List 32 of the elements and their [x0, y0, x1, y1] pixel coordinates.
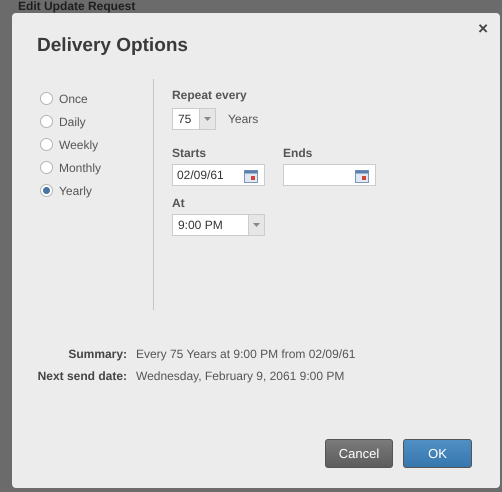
dialog-title: Delivery Options	[37, 34, 189, 58]
time-label: At	[172, 196, 186, 210]
summary-value: Every 75 Years at 9:00 PM from 02/09/61	[136, 347, 356, 361]
time-dropdown[interactable]: 9:00 PM	[172, 214, 265, 236]
page-heading: Edit Update Request	[17, 0, 136, 13]
ok-button[interactable]: OK	[403, 439, 472, 468]
unit-label: Years	[228, 112, 258, 126]
radio-button[interactable]	[40, 92, 53, 105]
radio-label: Monthly	[59, 160, 102, 174]
radio-label: Yearly	[59, 184, 92, 198]
radio-button[interactable]	[40, 184, 53, 197]
radio-button[interactable]	[40, 115, 53, 128]
caret-icon	[204, 117, 211, 121]
cancel-button[interactable]: Cancel	[325, 439, 393, 468]
close-button[interactable]: ×	[474, 19, 492, 39]
ends-label: Ends	[283, 146, 314, 160]
starts-label: Starts	[172, 146, 208, 160]
radio-label: Daily	[59, 114, 86, 128]
calendar-icon[interactable]	[244, 170, 258, 183]
radio-button[interactable]	[40, 138, 53, 151]
radio-button[interactable]	[40, 161, 53, 174]
caret-icon	[253, 223, 260, 227]
radio-label: Once	[59, 92, 88, 106]
summary-label: Summary:	[67, 347, 127, 361]
start-date-field[interactable]: 02/09/61	[172, 164, 265, 186]
summary-value: Wednesday, February 9, 2061 9:00 PM	[136, 369, 346, 383]
calendar-icon[interactable]	[355, 170, 369, 183]
end-date-field[interactable]	[283, 164, 376, 186]
repeat-label: Repeat every	[172, 88, 248, 102]
summary-label: Next send date:	[36, 369, 127, 383]
repeat-dropdown[interactable]: 75	[172, 108, 216, 130]
radio-label: Weekly	[59, 138, 98, 152]
